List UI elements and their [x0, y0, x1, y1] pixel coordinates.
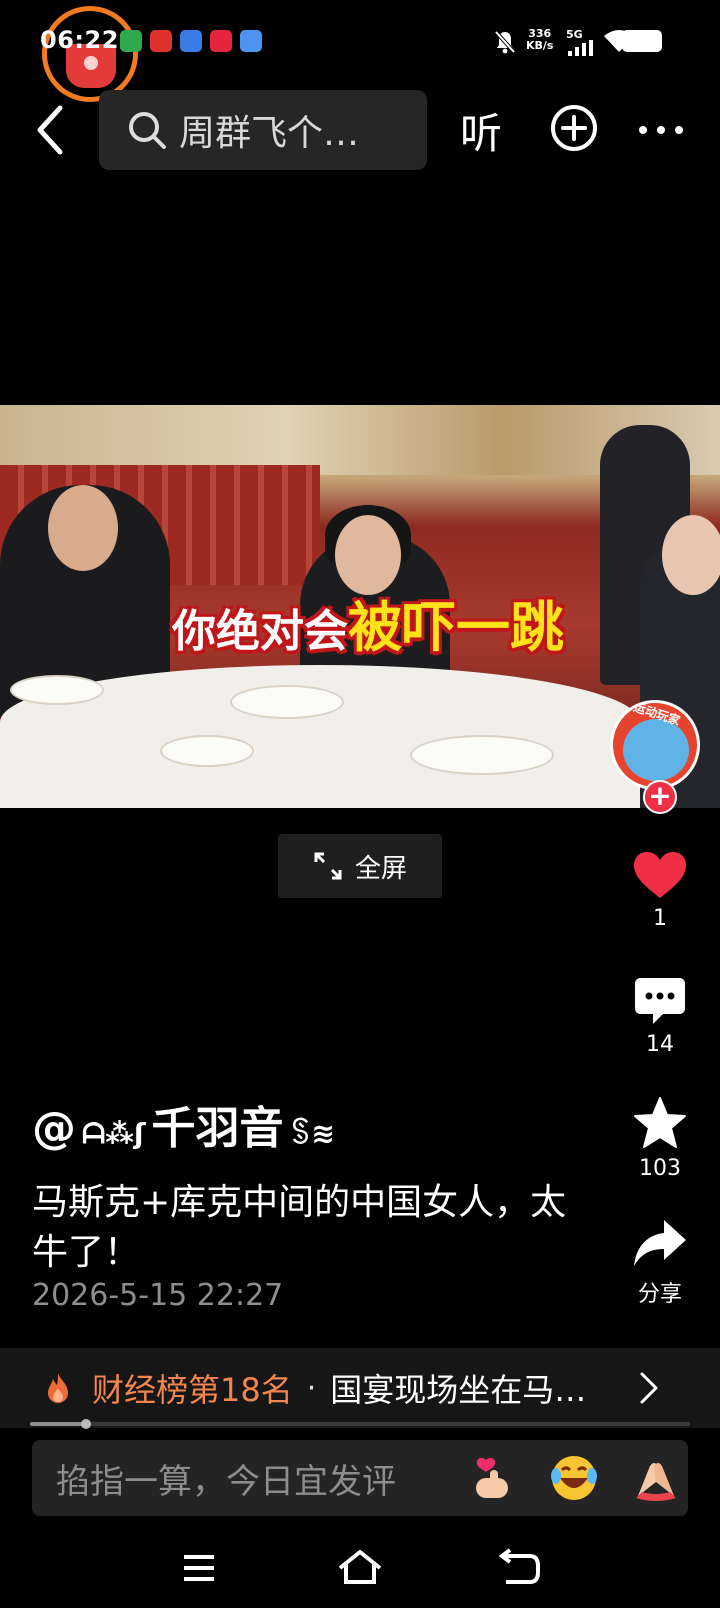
system-back-button[interactable] [496, 1548, 546, 1588]
author-prefix: @ [32, 1103, 76, 1154]
fire-icon [48, 1373, 68, 1403]
file-app-icon [240, 30, 262, 52]
plus-circle-icon [551, 105, 597, 151]
video-person-head [48, 485, 118, 571]
chevron-right-icon [640, 1372, 658, 1404]
hot-title: 国宴现场坐在马… [330, 1371, 587, 1409]
share-button[interactable]: 分享 [620, 1218, 700, 1308]
video-plate [410, 735, 554, 775]
author-decoration-icon: ꌗ≋ [289, 1117, 335, 1150]
video-progress-handle[interactable] [81, 1419, 91, 1429]
fullscreen-button[interactable]: 全屏 [278, 834, 442, 898]
video-person-head [662, 515, 720, 595]
video-progress-fill [30, 1422, 86, 1426]
hot-rank-label: 财经榜第18名 [92, 1371, 293, 1409]
finger-heart-emoji-icon[interactable] [466, 1452, 518, 1504]
video-plate [230, 685, 344, 719]
menu-lines-icon [184, 1555, 214, 1581]
app-notification-icon [120, 30, 142, 52]
signal-icon [568, 40, 594, 56]
heart-app-icon [210, 30, 232, 52]
avatar-image [623, 719, 689, 781]
post-caption: 马斯克+库克中间的中国女人，太牛了！ [32, 1182, 567, 1273]
listen-button[interactable]: 听 [460, 100, 502, 161]
add-button[interactable] [550, 104, 598, 152]
creator-avatar-badge[interactable]: 运动玩家 [610, 700, 700, 790]
network-speed-unit: KB/s [526, 39, 554, 52]
news-app-icon [150, 30, 172, 52]
follow-plus-button[interactable]: + [643, 780, 677, 814]
comment-bubble-icon [635, 978, 685, 1024]
browser-app-icon [180, 30, 202, 52]
battery-icon [622, 30, 662, 52]
search-query: 周群飞个… [179, 113, 360, 154]
comment-input[interactable]: 掐指一算，今日宜发评 [56, 1454, 436, 1503]
share-label: 分享 [637, 1282, 682, 1307]
comment-button[interactable]: 14 [620, 976, 700, 1057]
video-caption-part2: 被吓一跳 [348, 596, 564, 659]
comment-input-bar[interactable]: 掐指一算，今日宜发评 [32, 1440, 688, 1516]
hot-ranking-bar[interactable]: 财经榜第18名 · 国宴现场坐在马… [0, 1348, 720, 1428]
bell-muted-icon [494, 30, 516, 54]
video-plate [160, 735, 254, 767]
like-count: 1 [653, 906, 667, 931]
back-arrow-icon [498, 1548, 540, 1584]
recent-apps-button[interactable] [174, 1548, 224, 1588]
like-button[interactable]: 1 [620, 850, 700, 931]
video-caption: 你绝对会被吓一跳 [172, 583, 564, 662]
more-button[interactable] [636, 110, 686, 150]
video-caption-part1: 你绝对会 [172, 606, 348, 657]
star-icon [634, 1097, 686, 1148]
heart-icon [634, 852, 686, 898]
favorite-count: 103 [639, 1156, 681, 1181]
post-date: 2026-5-15 22:27 [32, 1278, 284, 1313]
share-arrow-icon [634, 1220, 686, 1266]
clap-emoji-icon[interactable] [630, 1452, 682, 1504]
video-progress-track[interactable] [30, 1422, 690, 1426]
fullscreen-label: 全屏 [354, 853, 407, 884]
back-button[interactable] [30, 104, 74, 156]
author-name[interactable]: @ ᗩ⁂ʃ 千羽音 ꌗ≋ [32, 1092, 335, 1156]
network-speed: 336 KB/s [526, 28, 553, 52]
chevron-left-icon [37, 105, 63, 155]
hot-separator: · [306, 1370, 317, 1406]
more-dots-icon [639, 126, 683, 134]
video-plate [10, 675, 104, 705]
status-time: 06:22 [40, 26, 119, 54]
author-name-text: 千羽音 [151, 1103, 284, 1154]
search-icon [129, 112, 166, 149]
laughing-emoji-icon[interactable] [548, 1452, 600, 1504]
author-decoration-icon: ᗩ⁂ʃ [82, 1117, 146, 1150]
comment-count: 14 [646, 1032, 674, 1057]
expand-icon [314, 852, 342, 880]
home-button[interactable] [335, 1548, 385, 1588]
favorite-button[interactable]: 103 [620, 1096, 700, 1181]
home-icon [338, 1550, 382, 1584]
search-box[interactable]: 周群飞个… [99, 90, 427, 170]
